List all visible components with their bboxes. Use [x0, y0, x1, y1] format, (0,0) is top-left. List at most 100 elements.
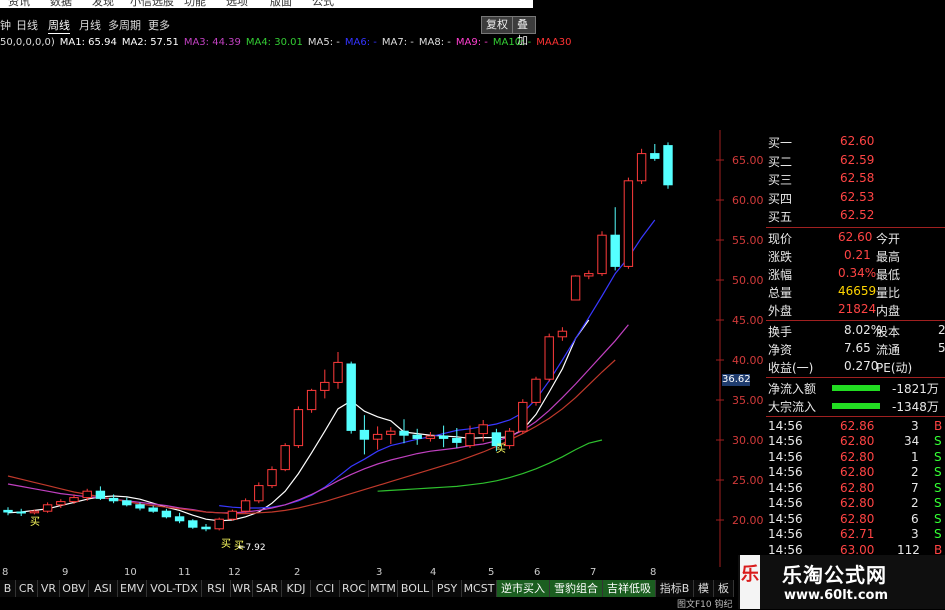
bid-price: 62.59: [840, 152, 875, 167]
quote-row: 外盘 21824 内盘: [766, 301, 945, 319]
tick-price: 62.80: [840, 434, 875, 448]
menu-item[interactable]: 版面: [270, 0, 292, 8]
stat-label: 涨幅: [768, 267, 793, 282]
candle: [399, 419, 409, 444]
quote-row: 买五 62.52: [766, 207, 945, 225]
indicator-tab[interactable]: PSY: [433, 580, 462, 597]
candle: [201, 524, 211, 532]
candle: [227, 509, 238, 521]
stat-label: 总量: [768, 285, 793, 300]
x-tick-label: 11: [178, 567, 191, 578]
candle: [3, 507, 13, 516]
x-tick-label: 3: [376, 567, 383, 578]
ma-legend-item: MA3: 44.39: [183, 37, 241, 48]
indicator-tab[interactable]: CCI: [311, 580, 340, 597]
ma-legend-item: MA9: -: [455, 37, 488, 48]
period-tab[interactable]: 日线: [16, 17, 38, 33]
indicator-tab[interactable]: 吉祥低吸: [603, 580, 656, 597]
candle: [584, 270, 594, 280]
y-tick-label: 25.00: [732, 474, 764, 487]
tick-price: 62.80: [840, 449, 875, 464]
x-tick-label: 7: [590, 567, 597, 578]
menu-item[interactable]: 小信选股: [130, 0, 174, 8]
f10-label[interactable]: 图文F10 钩纪: [677, 597, 733, 610]
bid-price: 62.58: [840, 171, 875, 185]
period-tab[interactable]: 更多: [148, 17, 170, 33]
x-tick-label: 2: [294, 567, 301, 578]
indicator-tab[interactable]: 雪豹组合: [550, 580, 603, 597]
indicator-tab[interactable]: RSI: [202, 580, 231, 597]
tick-side: S: [934, 480, 942, 495]
candlestick-chart[interactable]: 20.00 25.00 30.00 35.00 40.00 45.00 50.00 55.00…: [0, 52, 766, 567]
quote-row: 净资 7.65 流通 5: [766, 340, 945, 358]
ma-legend-item: MA6: -: [344, 37, 377, 48]
bid-label: 买五: [768, 210, 793, 224]
menu-item[interactable]: 数据: [50, 0, 72, 8]
tick-volume: 3: [911, 418, 919, 433]
ma-legend-item: MA10: -: [492, 37, 532, 48]
menu-item[interactable]: 资讯: [8, 0, 30, 8]
bid-label: 买一: [768, 136, 793, 150]
period-toolbar: 钟日线 周线 月线 多周期 更多 复权 叠加: [0, 15, 536, 47]
tick-price: 62.80: [840, 465, 875, 479]
period-tab[interactable]: 周线: [48, 17, 70, 34]
divider: [766, 376, 945, 378]
quote-row: 现价 62.60 今开: [766, 229, 945, 247]
tick-side: S: [934, 496, 942, 510]
candle: [188, 519, 198, 529]
candle: [148, 505, 158, 513]
period-tab[interactable]: 月线: [79, 17, 101, 33]
stat-value: 5: [938, 340, 945, 355]
indicator-tab[interactable]: CR: [16, 580, 38, 597]
indicator-tab[interactable]: B: [0, 580, 16, 597]
quote-row: 总量 46659 量比: [766, 283, 945, 301]
indicator-tab[interactable]: 板: [714, 580, 734, 597]
stat-value: 62.60: [838, 229, 873, 244]
tick-side: B: [934, 418, 943, 433]
toolbar-button[interactable]: 复权: [481, 16, 513, 34]
indicator-tab[interactable]: KDJ: [282, 580, 311, 597]
toolbar-button[interactable]: 叠加: [512, 16, 536, 47]
period-tab[interactable]: 钟: [0, 17, 11, 33]
x-tick-label: 8: [2, 567, 9, 578]
stat-label: PE(动): [876, 360, 913, 375]
stat-label: 最低: [876, 267, 901, 282]
indicator-tab[interactable]: 逆市买入: [497, 580, 550, 597]
indicator-tab[interactable]: VOL-TDX: [147, 580, 202, 597]
candle: [267, 466, 277, 488]
flow-bar: [832, 402, 880, 409]
x-tick-label: 10: [124, 567, 137, 578]
indicator-tab[interactable]: 指标B: [656, 580, 694, 597]
period-tab[interactable]: 多周期: [108, 17, 141, 33]
tick-volume: 2: [911, 496, 919, 510]
menu-item[interactable]: 公式: [312, 0, 334, 8]
indicator-tab[interactable]: MTM: [369, 580, 398, 597]
x-tick-label: 6: [534, 567, 541, 578]
quote-row: 买三 62.58: [766, 170, 945, 188]
indicator-tab[interactable]: ROC: [340, 580, 369, 597]
ma-legend: 50,0,0,0,0) MA1: 65.94 MA2: 57.51 MA3: 44.3…: [0, 37, 577, 51]
candle: [557, 327, 568, 341]
indicator-tab[interactable]: WR: [231, 580, 253, 597]
indicator-tab[interactable]: ASI: [89, 580, 118, 597]
indicator-tab[interactable]: VR: [38, 580, 60, 597]
indicator-tab[interactable]: OBV: [60, 580, 89, 597]
stat-value: 2: [938, 322, 945, 337]
quote-row: 买四 62.53: [766, 189, 945, 207]
indicator-tab[interactable]: SAR: [253, 580, 282, 597]
menu-item[interactable]: 发现: [92, 0, 114, 8]
candle: [333, 352, 343, 389]
flow-label: 大宗流入: [768, 399, 817, 414]
menu-item[interactable]: 选项: [226, 0, 248, 8]
stat-label: 现价: [768, 231, 793, 246]
x-tick-label: 4: [430, 567, 437, 578]
ma-legend-item: MA5: -: [307, 37, 340, 48]
indicator-tab[interactable]: MCST: [462, 580, 497, 597]
menu-item[interactable]: 功能: [184, 0, 206, 8]
y-tick-label: 50.00: [732, 274, 764, 287]
quote-row: 买一 62.60: [766, 133, 945, 151]
indicator-tab[interactable]: 模: [694, 580, 714, 597]
indicator-tab[interactable]: EMV: [118, 580, 147, 597]
indicator-tab[interactable]: BOLL: [398, 580, 433, 597]
tick-volume: 7: [911, 480, 919, 495]
